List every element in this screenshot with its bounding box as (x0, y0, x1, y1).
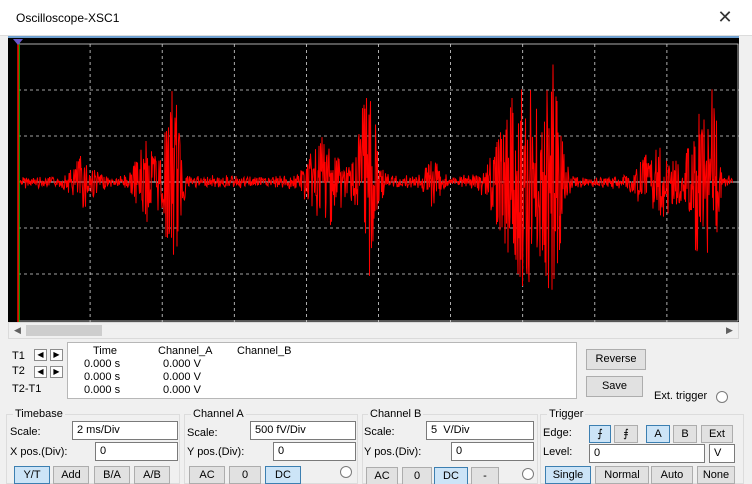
channel-b-title: Channel B (368, 408, 424, 420)
scroll-right-icon[interactable]: ▶ (721, 323, 738, 338)
mode-ba-button[interactable]: B/A (94, 466, 130, 484)
cursor-t2-label: T2 (12, 365, 25, 377)
channel-a-terminal[interactable] (340, 466, 352, 478)
timebase-scale-field[interactable]: 2 ms/Div (72, 421, 178, 440)
window-title: Oscilloscope-XSC1 (16, 11, 120, 25)
channel-b-ac-button[interactable]: AC (366, 467, 398, 484)
row1-channel-a: 0.000 V (163, 358, 201, 370)
header-channel-a: Channel_A (158, 345, 213, 357)
channel-b-zero-button[interactable]: 0 (402, 467, 432, 484)
channel-a-zero-button[interactable]: 0 (229, 466, 261, 484)
row3-channel-a: 0.000 V (163, 384, 201, 396)
scroll-thumb[interactable] (26, 325, 102, 336)
header-channel-b: Channel_B (237, 345, 292, 357)
channel-b-dc-button[interactable]: DC (434, 467, 468, 484)
cursor-delta-label: T2-T1 (12, 383, 42, 395)
trigger-none-button[interactable]: None (697, 466, 735, 484)
channel-b-scale-field[interactable]: 5 V/Div (426, 421, 534, 440)
timebase-title: Timebase (13, 408, 65, 420)
mode-yt-button[interactable]: Y/T (14, 466, 50, 484)
ext-trigger-label: Ext. trigger (654, 390, 708, 402)
reverse-button[interactable]: Reverse (586, 349, 646, 370)
channel-b-ypos-field[interactable]: 0 (451, 442, 534, 461)
trigger-level-unit[interactable]: V (709, 444, 735, 463)
header-time: Time (93, 345, 118, 357)
scope-display[interactable] (8, 36, 739, 322)
mode-ab-button[interactable]: A/B (134, 466, 170, 484)
trigger-source-b-button[interactable]: B (673, 425, 697, 443)
channel-a-scale-field[interactable]: 500 fV/Div (250, 421, 356, 440)
channel-a-ac-button[interactable]: AC (189, 466, 225, 484)
row1-time: 0.000 s (84, 358, 121, 370)
channel-b-ypos-label: Y pos.(Div): (364, 446, 422, 458)
trigger-auto-button[interactable]: Auto (651, 466, 693, 484)
channel-a-trace (19, 64, 733, 290)
channel-b-invert-button[interactable]: - (471, 467, 499, 484)
save-button[interactable]: Save (586, 376, 643, 397)
trigger-source-a-button[interactable]: A (646, 425, 670, 443)
horizontal-scrollbar[interactable]: ◀ ▶ (8, 322, 739, 339)
channel-a-scale-label: Scale: (187, 427, 218, 439)
edge-falling-icon[interactable]: ⨎ (614, 425, 638, 443)
mode-add-button[interactable]: Add (53, 466, 89, 484)
trigger-source-ext-button[interactable]: Ext (701, 425, 733, 443)
channel-b-terminal[interactable] (522, 468, 534, 480)
timebase-xpos-field[interactable]: 0 (95, 442, 178, 461)
waveform-display[interactable] (8, 38, 739, 322)
t2-right-arrow-icon[interactable]: ▶ (50, 366, 63, 378)
channel-a-ypos-field[interactable]: 0 (273, 442, 356, 461)
channel-b-scale-label: Scale: (364, 426, 395, 438)
channel-a-dc-button[interactable]: DC (265, 466, 301, 484)
row2-channel-a: 0.000 V (163, 371, 201, 383)
row3-time: 0.000 s (84, 384, 121, 396)
scroll-left-icon[interactable]: ◀ (9, 323, 26, 338)
trigger-level-label: Level: (543, 446, 573, 458)
trigger-normal-button[interactable]: Normal (595, 466, 649, 484)
title-bar: Oscilloscope-XSC1 ✕ (0, 0, 752, 36)
t1-left-arrow-icon[interactable]: ◀ (34, 349, 47, 361)
cursor-readout-table: Time Channel_A Channel_B 0.000 s 0.000 V… (67, 342, 577, 399)
trigger-single-button[interactable]: Single (545, 466, 591, 484)
edge-rising-icon[interactable]: ⨍ (589, 425, 611, 443)
row2-time: 0.000 s (84, 371, 121, 383)
ext-trigger-terminal[interactable] (716, 391, 728, 403)
timebase-scale-label: Scale: (10, 426, 41, 438)
cursor-t1-label: T1 (12, 350, 25, 362)
channel-a-title: Channel A (191, 408, 246, 420)
timebase-xpos-label: X pos.(Div): (10, 446, 68, 458)
trigger-title: Trigger (547, 408, 586, 420)
channel-a-ypos-label: Y pos.(Div): (187, 446, 245, 458)
close-button[interactable]: ✕ (712, 6, 738, 30)
t1-right-arrow-icon[interactable]: ▶ (50, 349, 63, 361)
trigger-level-field[interactable]: 0 (589, 444, 705, 463)
trigger-edge-label: Edge: (543, 427, 572, 439)
t2-left-arrow-icon[interactable]: ◀ (34, 366, 47, 378)
